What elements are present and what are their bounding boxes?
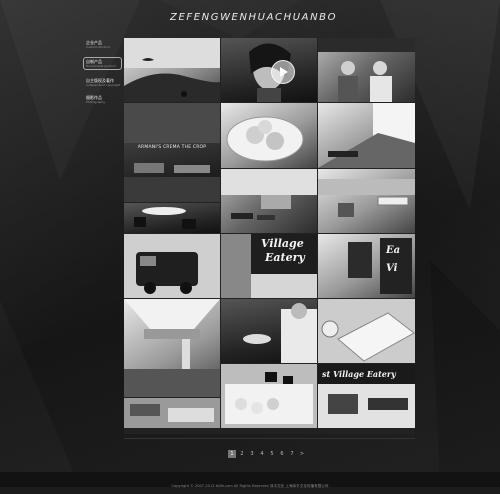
sign-village: Village — [261, 237, 304, 250]
tile-village-eatery-sign[interactable]: Village Eatery — [221, 234, 317, 298]
tile-beach[interactable] — [124, 38, 220, 102]
van-photo — [124, 234, 220, 298]
tile-dumplings[interactable] — [221, 103, 317, 168]
cup-text-vi: Vi — [386, 263, 398, 274]
nav-item-independent-copyright[interactable]: 自主版权及著作 independent copyright — [86, 78, 122, 87]
cups-photo — [348, 238, 412, 294]
tile-armani[interactable]: ARMANI'S CREMA THE CROP — [124, 103, 220, 202]
side-nav: 企业产品 Custom Product 自制产品 Homemade produc… — [83, 40, 122, 112]
tile-van[interactable] — [124, 234, 220, 298]
nav-item-sublabel: Photography — [86, 100, 106, 104]
cafe-photo — [124, 103, 220, 202]
copyright-text: Copyright © 2007-2013 ttlife.com All Rig… — [171, 484, 329, 488]
office-photo — [318, 179, 415, 217]
tile-office[interactable] — [318, 169, 415, 233]
shop-owners-photo — [318, 38, 415, 102]
chef-photo — [243, 303, 317, 363]
tile-interior-window[interactable] — [318, 103, 415, 168]
food-court-photo — [124, 398, 220, 428]
lounge-photo — [221, 169, 317, 220]
gallery-divider — [124, 438, 415, 439]
nav-item-sublabel: Homemade product — [86, 64, 116, 68]
play-video-icon[interactable] — [271, 60, 295, 84]
tile-eatery-storefront[interactable]: st Village Eatery — [318, 364, 415, 428]
tile-plates-platter[interactable] — [318, 299, 415, 363]
cup-text-ea: Ea — [386, 245, 401, 256]
nav-item-homemade-product[interactable]: 自制产品 Homemade product — [83, 57, 122, 70]
page-7[interactable]: 7 — [288, 450, 296, 458]
portrait-photo — [249, 43, 291, 102]
next-page-button[interactable]: > — [298, 450, 306, 458]
tile-food-court[interactable] — [124, 398, 220, 428]
brand-logo[interactable]: ZEFENGWENHUACHUANBO — [170, 12, 360, 23]
beach-photo — [124, 38, 220, 102]
page-3[interactable]: 3 — [248, 450, 256, 458]
sign-eatery: Eatery — [265, 251, 305, 264]
dumplings-photo — [226, 116, 304, 162]
chairs-photo — [134, 207, 196, 229]
nav-item-sublabel: Custom Product — [86, 45, 110, 49]
tile-mall-atrium[interactable] — [124, 299, 220, 397]
tile-lounge[interactable] — [221, 169, 317, 233]
nav-item-custom-product[interactable]: 企业产品 Custom Product — [86, 40, 122, 49]
nav-item-sublabel: independent copyright — [86, 83, 121, 87]
page-2[interactable]: 2 — [238, 450, 246, 458]
nav-item-photography[interactable]: 摄影作品 Photography — [86, 95, 122, 104]
footer: Copyright © 2007-2013 ttlife.com All Rig… — [0, 472, 500, 488]
interior-photo — [318, 103, 415, 168]
page-5[interactable]: 5 — [268, 450, 276, 458]
gallery-grid: ARMANI'S CREMA THE CROP Village Eatery E… — [124, 38, 415, 434]
page-4[interactable]: 4 — [258, 450, 266, 458]
pagination: 1 2 3 4 5 6 7 > — [228, 449, 306, 459]
tile-cafe-chairs[interactable] — [124, 203, 220, 233]
dessert-photo — [221, 364, 317, 428]
page-1[interactable]: 1 — [228, 450, 236, 458]
platter-photo — [318, 299, 415, 363]
atrium-photo — [124, 299, 220, 397]
tile-shop-owners[interactable] — [318, 38, 415, 102]
tile-portrait-video[interactable] — [221, 38, 317, 102]
sign-storefront: st Village Eatery — [322, 369, 396, 379]
page-6[interactable]: 6 — [278, 450, 286, 458]
tile-eatery-cups[interactable]: Ea Vi — [318, 234, 415, 298]
tile-caption: ARMANI'S CREMA THE CROP — [137, 145, 207, 150]
tile-dessert-tray[interactable] — [221, 364, 317, 428]
tile-chef-plating[interactable] — [221, 299, 317, 363]
